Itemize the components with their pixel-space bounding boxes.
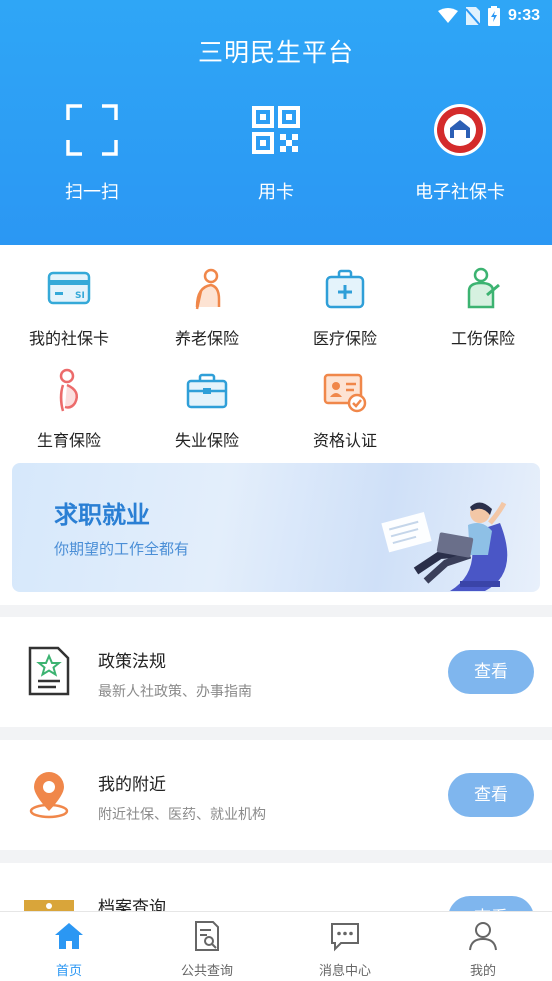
nearby-card[interactable]: 我的附近 附近社保、医药、就业机构 查看 [0, 740, 552, 850]
card-subtitle: 最新人社政策、办事指南 [98, 684, 252, 700]
e-social-security-card-button[interactable]: 电子社保卡 [368, 100, 552, 204]
id-certification-icon [323, 373, 367, 413]
service-qualification[interactable]: 资格认证 [276, 367, 414, 451]
no-sim-icon [465, 7, 480, 25]
view-policy-button[interactable]: 查看 [448, 650, 534, 694]
header: 9:33 三明民生平台 扫一扫 用卡 电子社保卡 [0, 0, 552, 245]
injured-worker-icon [467, 267, 500, 309]
user-icon [469, 922, 497, 951]
service-label: 养老保险 [174, 329, 239, 348]
policy-document-icon [28, 646, 70, 696]
use-card-label: 用卡 [258, 182, 294, 203]
status-time: 9:33 [507, 7, 540, 24]
svg-text:SI: SI [75, 291, 85, 301]
scan-label: 扫一扫 [65, 182, 119, 203]
wifi-icon [437, 8, 458, 23]
service-label: 我的社保卡 [28, 329, 109, 348]
service-label: 生育保险 [36, 431, 101, 450]
battery-charging-icon [487, 6, 500, 26]
e-social-security-card-label: 电子社保卡 [415, 182, 505, 203]
service-unemployment[interactable]: 失业保险 [138, 367, 276, 451]
tab-profile[interactable]: 我的 [414, 920, 552, 979]
pregnancy-icon [59, 368, 78, 412]
social-security-card-icon: SI [47, 271, 91, 305]
tab-label: 首页 [55, 964, 82, 979]
bottom-tab-bar: 首页 公共查询 消息中心 我的 [0, 911, 552, 981]
use-card-button[interactable]: 用卡 [184, 100, 368, 204]
service-label: 资格认证 [312, 431, 377, 450]
tab-messages[interactable]: 消息中心 [276, 920, 414, 979]
policy-card[interactable]: 政策法规 最新人社政策、办事指南 查看 [0, 617, 552, 727]
tab-label: 公共查询 [180, 964, 233, 979]
elderly-person-icon [195, 268, 221, 310]
service-maternity[interactable]: 生育保险 [0, 367, 138, 451]
social-security-card-logo-icon [434, 104, 486, 156]
service-label: 工伤保险 [450, 329, 515, 348]
service-work-injury[interactable]: 工伤保险 [414, 265, 552, 349]
card-title: 政策法规 [98, 652, 166, 672]
tab-public-query[interactable]: 公共查询 [138, 920, 276, 979]
tab-label: 消息中心 [318, 964, 371, 979]
scan-icon [66, 104, 118, 156]
page-title: 三明民生平台 [197, 38, 354, 67]
card-subtitle: 附近社保、医药、就业机构 [98, 807, 266, 823]
job-seeker-illustration [381, 501, 508, 591]
service-pension[interactable]: 养老保险 [138, 265, 276, 349]
tab-label: 我的 [469, 964, 496, 979]
service-label: 医疗保险 [312, 329, 377, 348]
service-medical[interactable]: 医疗保险 [276, 265, 414, 349]
medical-kit-icon [325, 269, 365, 309]
card-title: 我的附近 [98, 775, 166, 795]
message-icon [331, 923, 359, 952]
banner-title: 求职就业 [54, 501, 150, 529]
location-pin-icon [29, 772, 69, 819]
view-nearby-button[interactable]: 查看 [448, 773, 534, 817]
qr-code-icon [252, 106, 300, 154]
home-icon [55, 923, 83, 949]
briefcase-icon [186, 373, 228, 409]
service-my-card[interactable]: SI 我的社保卡 [0, 265, 138, 349]
status-bar: 9:33 [0, 0, 552, 32]
job-banner[interactable]: 求职就业 你期望的工作全都有 [12, 463, 540, 592]
scan-button[interactable]: 扫一扫 [0, 100, 184, 204]
search-document-icon [195, 921, 219, 951]
tab-home[interactable]: 首页 [0, 920, 138, 979]
service-label: 失业保险 [174, 431, 239, 450]
banner-subtitle: 你期望的工作全都有 [54, 540, 190, 558]
